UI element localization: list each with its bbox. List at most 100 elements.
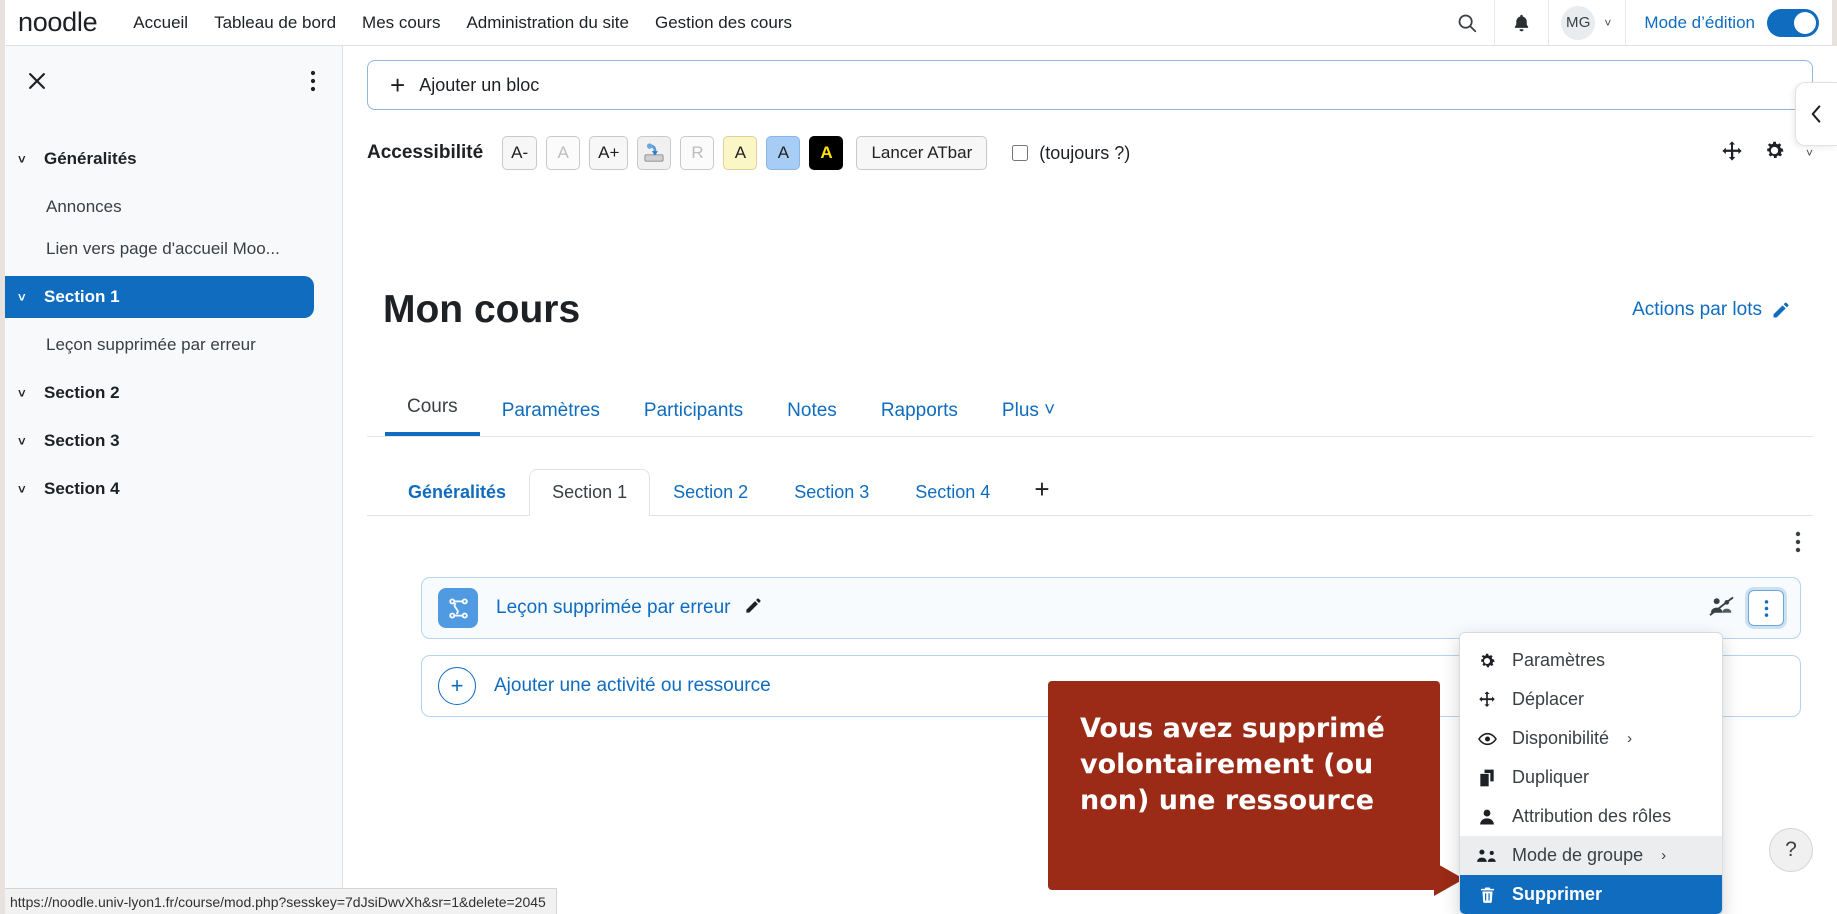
course-index-header	[0, 46, 342, 118]
section-tab-section-4[interactable]: Section 4	[892, 469, 1013, 515]
plus-icon: +	[390, 70, 406, 100]
page-title: Mon cours	[383, 288, 581, 332]
pencil-icon	[1773, 302, 1789, 318]
nav-link-tableau-de-bord[interactable]: Tableau de bord	[212, 9, 338, 37]
gear-icon	[1767, 141, 1784, 158]
site-logo[interactable]: noodle	[18, 7, 98, 38]
course-index-drawer: ˅ Généralités Annonces Lien vers page d'…	[0, 46, 343, 914]
tab-cours[interactable]: Cours	[385, 386, 480, 437]
activity-card[interactable]: Leçon supprimée par erreur	[421, 577, 1801, 640]
nav-link-accueil[interactable]: Accueil	[131, 9, 190, 37]
course-nav-tabs: Cours Paramètres Participants Notes Rapp…	[367, 386, 1813, 438]
section-tab-section-3[interactable]: Section 3	[771, 469, 892, 515]
user-menu-button[interactable]: MG ˅	[1548, 0, 1625, 46]
chevron-right-icon: ›	[1627, 730, 1633, 747]
sidebar-section-label: Section 4	[44, 479, 120, 498]
menu-item-supprimer[interactable]: Supprimer	[1460, 875, 1722, 914]
course-index-list: ˅ Généralités Annonces Lien vers page d'…	[0, 118, 342, 510]
increase-font-size-button[interactable]: A+	[589, 136, 629, 170]
menu-item-label: Supprimer	[1512, 884, 1603, 904]
sidebar-section-generalites[interactable]: ˅ Généralités	[0, 138, 342, 180]
rename-activity-button[interactable]	[744, 596, 763, 620]
course-index-options-button[interactable]	[306, 66, 320, 99]
add-activity-label: Ajouter une activité ou ressource	[494, 675, 771, 697]
bulk-actions-label: Actions par lots	[1632, 299, 1762, 321]
search-icon	[1459, 14, 1477, 32]
section-tab-section-2[interactable]: Section 2	[650, 469, 771, 515]
menu-item-parametres[interactable]: Paramètres	[1460, 641, 1722, 680]
sidebar-item-annonces[interactable]: Annonces	[0, 186, 342, 228]
sidebar-section-label: Section 2	[44, 383, 120, 402]
tab-parametres[interactable]: Paramètres	[480, 390, 622, 436]
contrast-yellow-button[interactable]: A	[723, 136, 758, 170]
reset-font-size-button[interactable]: A	[546, 136, 581, 170]
section-options-button[interactable]	[1795, 530, 1801, 559]
sidebar-section-section-2[interactable]: ˅ Section 2	[0, 372, 342, 414]
duplicate-icon	[1476, 768, 1498, 788]
menu-item-label: Dupliquer	[1512, 767, 1590, 787]
tab-notes[interactable]: Notes	[765, 390, 859, 436]
bulk-actions-button[interactable]: Actions par lots	[1632, 299, 1791, 321]
sidebar-item-lecon-supprimee[interactable]: Leçon supprimée par erreur	[0, 324, 342, 366]
nav-link-administration-du-site[interactable]: Administration du site	[464, 9, 631, 37]
sidebar-item-lien-accueil[interactable]: Lien vers page d'accueil Moo...	[0, 228, 342, 270]
accessibility-toolbar: Accessibilité A- A A+ R A A A Lancer ATb…	[343, 136, 1837, 170]
menu-item-dupliquer[interactable]: Dupliquer	[1460, 758, 1722, 797]
search-button[interactable]	[1440, 0, 1494, 46]
edit-mode-toggle[interactable]: Mode d’édition	[1625, 0, 1837, 46]
help-button[interactable]: ?	[1769, 828, 1813, 872]
nav-link-gestion-des-cours[interactable]: Gestion des cours	[653, 9, 794, 37]
no-groups-button[interactable]	[1709, 595, 1734, 622]
lesson-icon	[438, 588, 478, 629]
notifications-button[interactable]	[1494, 0, 1548, 46]
edit-mode-switch[interactable]	[1767, 8, 1819, 37]
menu-item-label: Attribution des rôles	[1512, 806, 1672, 826]
chevron-down-icon: ˅	[18, 151, 26, 167]
activity-name[interactable]: Leçon supprimée par erreur	[496, 597, 730, 619]
move-block-button[interactable]	[1721, 140, 1743, 167]
menu-item-deplacer[interactable]: Déplacer	[1460, 680, 1722, 719]
decrease-font-size-button[interactable]: A-	[502, 136, 538, 170]
chevron-down-icon: ˅	[18, 385, 26, 401]
section-tab-section-1[interactable]: Section 1	[529, 469, 651, 517]
window-edge-right	[1832, 0, 1837, 46]
dictionary-button[interactable]	[637, 136, 672, 170]
sidebar-section-section-4[interactable]: ˅ Section 4	[0, 468, 342, 510]
trash-icon	[1476, 885, 1498, 905]
nav-link-mes-cours[interactable]: Mes cours	[360, 9, 442, 37]
block-actions-chevron-icon[interactable]: ˅	[1806, 146, 1813, 160]
close-drawer-button[interactable]	[22, 66, 52, 99]
launch-atbar-button[interactable]: Lancer ATbar	[856, 136, 988, 170]
top-navigation-bar: noodle Accueil Tableau de bord Mes cours…	[0, 0, 1837, 46]
tab-plus[interactable]: Plus ˅	[980, 390, 1077, 436]
tab-participants[interactable]: Participants	[622, 390, 765, 436]
sidebar-section-section-1[interactable]: ˅ Section 1	[0, 276, 314, 318]
plus-icon: +	[438, 667, 476, 706]
contrast-blue-button[interactable]: A	[766, 136, 801, 170]
menu-item-mode-de-groupe[interactable]: Mode de groupe ›	[1460, 836, 1722, 875]
add-section-button[interactable]: +	[1013, 467, 1070, 515]
always-checkbox[interactable]	[1012, 145, 1029, 161]
block-settings-button[interactable]	[1763, 139, 1786, 167]
menu-item-label: Paramètres	[1512, 650, 1606, 670]
sidebar-section-section-3[interactable]: ˅ Section 3	[0, 420, 342, 462]
avatar: MG	[1561, 5, 1596, 40]
sidebar-section-label: Section 3	[44, 431, 120, 450]
activity-options-button[interactable]	[1748, 590, 1784, 627]
chevron-down-icon: ˅	[18, 481, 26, 497]
reset-button[interactable]: R	[680, 136, 715, 170]
tab-rapports[interactable]: Rapports	[859, 390, 980, 436]
section-tab-generalites[interactable]: Généralités	[385, 469, 529, 515]
close-icon	[29, 72, 45, 89]
menu-item-attribution-des-roles[interactable]: Attribution des rôles	[1460, 797, 1722, 836]
always-checkbox-wrapper[interactable]: (toujours ?)	[1008, 142, 1130, 164]
menu-item-label: Mode de groupe	[1512, 845, 1644, 865]
course-header: Mon cours Actions par lots	[343, 262, 1837, 358]
annotation-callout: Vous avez supprimé volontairement (ou no…	[1048, 681, 1440, 890]
navbar-right-tools: MG ˅ Mode d’édition	[1440, 0, 1837, 46]
menu-item-disponibilite[interactable]: Disponibilité ›	[1460, 719, 1722, 758]
open-block-drawer-button[interactable]	[1795, 82, 1837, 146]
dictionary-icon	[644, 143, 664, 162]
add-block-button[interactable]: + Ajouter un bloc	[367, 60, 1813, 110]
contrast-black-button[interactable]: A	[809, 136, 844, 170]
